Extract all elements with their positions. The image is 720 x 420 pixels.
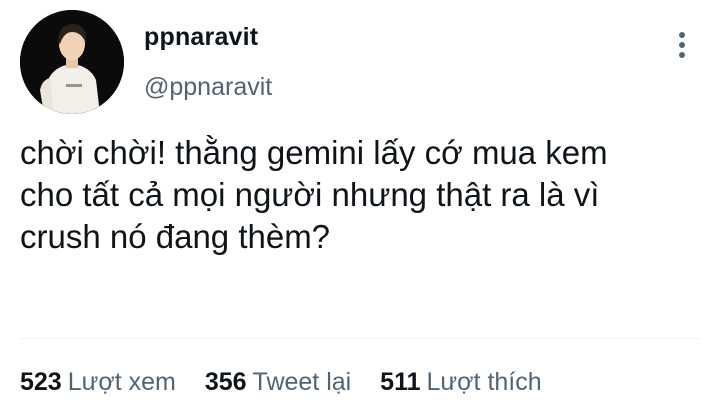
likes-count: 511 [380,368,421,396]
likes-label: Lượt thích [426,368,542,396]
author-handle[interactable]: @ppnaravit [144,72,272,102]
tweet-text-line: chời chời! thằng gemini lấy cớ mua kem [20,134,608,171]
more-vertical-icon [679,32,685,58]
retweets-stat[interactable]: 356 Tweet lại [205,366,351,398]
tweet-card: ppnaravit @ppnaravit chời chời! thằng ge… [0,0,720,420]
author-names: ppnaravit @ppnaravit [144,22,272,102]
divider [20,338,700,339]
avatar[interactable] [20,10,124,114]
tweet-text-line: crush nó đang thèm? [20,218,331,255]
more-options-button[interactable] [670,28,694,62]
retweets-count: 356 [204,368,247,396]
likes-stat[interactable]: 511 Lượt thích [380,366,541,398]
profile-photo-icon [20,10,124,114]
author-display-name[interactable]: ppnaravit [144,22,272,52]
views-count: 523 [20,368,62,396]
views-label: Lượt xem [67,368,176,396]
tweet-header: ppnaravit @ppnaravit [20,10,700,114]
views-stat[interactable]: 523 Lượt xem [20,366,176,398]
tweet-text-line: cho tất cả mọi người nhưng thật ra là vì [20,176,600,213]
tweet-text: chời chời! thằng gemini lấy cớ mua kem c… [20,132,700,258]
tweet-stats: 523 Lượt xem 356 Tweet lại 511 Lượt thích [20,366,564,398]
retweets-label: Tweet lại [252,368,352,396]
